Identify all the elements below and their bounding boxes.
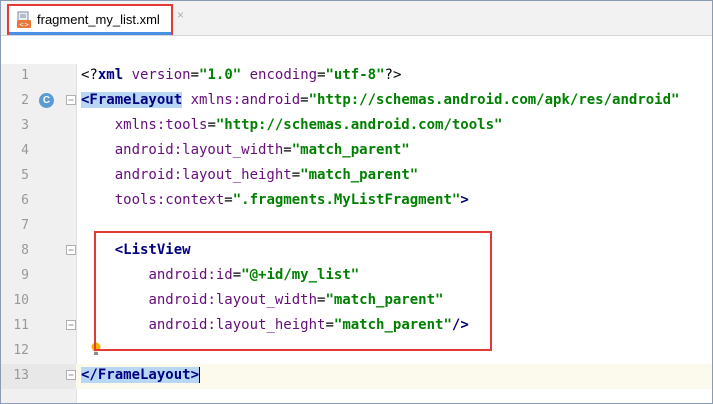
line-number: 4 (21, 143, 29, 158)
code-token: = (300, 92, 309, 108)
code-token: ".fragments.MyListFragment" (232, 192, 461, 208)
code-line-2[interactable]: 2 C <FrameLayout xmlns:android="http://sch… (1, 89, 712, 114)
code-text[interactable]: <ListView (81, 242, 191, 258)
line-number: 7 (21, 218, 29, 233)
line-number: 9 (21, 268, 29, 283)
text-caret (199, 367, 201, 383)
code-token: /> (451, 317, 469, 333)
class-badge-icon[interactable]: C (39, 93, 54, 108)
code-token: "utf-8" (325, 67, 385, 83)
code-token: encoding (249, 67, 318, 83)
line-number: 6 (21, 193, 29, 208)
code-text[interactable]: <FrameLayout xmlns:android="http://schem… (81, 92, 679, 108)
code-token: = (190, 67, 200, 83)
code-token: android:layout_height (148, 317, 326, 333)
code-text[interactable]: android:layout_height="match_parent"/> (81, 317, 469, 333)
code-text[interactable]: tools:context=".fragments.MyListFragment… (81, 192, 469, 208)
code-token: xml (97, 67, 132, 83)
code-token: android:layout_height (114, 167, 292, 183)
code-token: = (291, 167, 301, 183)
code-token: xmlns:tools (114, 117, 208, 133)
code-line-10[interactable]: 10 android:layout_width="match_parent" (1, 289, 712, 314)
code-line-8[interactable]: 8 <ListView (1, 239, 712, 264)
line-number: 12 (13, 343, 29, 358)
code-text[interactable]: android:layout_width="match_parent" (81, 292, 443, 308)
lightbulb-icon[interactable] (91, 342, 101, 358)
tab-label: fragment_my_list.xml (37, 12, 160, 27)
code-token: <ListView (114, 242, 191, 258)
code-text[interactable]: <?xml version="1.0" encoding="utf-8"?> (81, 67, 401, 83)
line-number: 13 (13, 368, 29, 383)
code-token: "match_parent" (300, 167, 419, 183)
fold-icon[interactable] (66, 245, 76, 255)
line-number: 10 (13, 293, 29, 308)
code-token: ?> (384, 67, 402, 83)
tab-fragment-my-list[interactable]: <> fragment_my_list.xml (7, 4, 173, 35)
code-text[interactable]: xmlns:tools="http://schemas.android.com/… (81, 117, 503, 133)
fold-icon[interactable] (66, 320, 76, 330)
code-line-7[interactable]: 7 (1, 214, 712, 239)
code-token: = (317, 67, 326, 83)
line-number: 2 (21, 93, 29, 108)
code-token: android:layout_width (148, 292, 318, 308)
code-line-3[interactable]: 3 xmlns:tools="http://schemas.android.co… (1, 114, 712, 139)
code-token: android:layout_width (114, 142, 284, 158)
svg-text:<>: <> (19, 22, 29, 29)
code-token: <FrameLayout (81, 92, 183, 108)
code-token: version (131, 67, 191, 83)
code-token: "1.0" (199, 67, 242, 83)
line-number: 5 (21, 168, 29, 183)
code-text[interactable]: </FrameLayout> (81, 367, 201, 383)
code-line-6[interactable]: 6 tools:context=".fragments.MyListFragme… (1, 189, 712, 214)
code-token: = (224, 192, 233, 208)
code-text[interactable]: android:layout_width="match_parent" (81, 142, 410, 158)
code-line-13[interactable]: 13 </FrameLayout> (1, 364, 712, 389)
code-token: "@+id/my_list" (241, 267, 360, 283)
code-token: <? (81, 67, 98, 83)
code-text[interactable]: android:layout_height="match_parent" (81, 167, 418, 183)
editor-tab-bar: <> fragment_my_list.xml × (1, 1, 712, 36)
code-line-12[interactable]: 12 (1, 339, 712, 364)
active-tab-indicator (9, 32, 171, 35)
code-token: android:id (148, 267, 233, 283)
code-line-11[interactable]: 11 android:layout_height="match_parent"/… (1, 314, 712, 339)
code-token: "http://schemas.android.com/tools" (215, 117, 503, 133)
code-token: = (232, 267, 242, 283)
code-token: = (283, 142, 292, 158)
code-token: > (460, 192, 469, 208)
fold-icon[interactable] (66, 370, 76, 380)
line-number: 3 (21, 118, 29, 133)
code-line-4[interactable]: 4 android:layout_width="match_parent" (1, 139, 712, 164)
line-number: 11 (13, 318, 29, 333)
code-token: "match_parent" (333, 317, 452, 333)
fold-icon[interactable] (66, 95, 76, 105)
code-token: "match_parent" (325, 292, 444, 308)
code-token: = (325, 317, 334, 333)
tab-close-icon[interactable]: × (177, 8, 184, 22)
xml-file-icon: <> (17, 11, 31, 29)
code-text[interactable]: android:id="@+id/my_list" (81, 267, 359, 283)
code-editor[interactable]: 1 <?xml version="1.0" encoding="utf-8"?> 2… (1, 36, 712, 403)
code-line-1[interactable]: 1 <?xml version="1.0" encoding="utf-8"?> (1, 64, 712, 89)
code-token: "http://schemas.android.com/apk/res/andr… (308, 92, 680, 108)
line-number: 1 (21, 68, 29, 83)
line-number: 8 (21, 243, 29, 258)
code-line-9[interactable]: 9 android:id="@+id/my_list" (1, 264, 712, 289)
code-token: = (207, 117, 216, 133)
code-token: tools:context (114, 192, 225, 208)
code-line-5[interactable]: 5 android:layout_height="match_parent" (1, 164, 712, 189)
code-token: </FrameLayout> (81, 367, 200, 383)
code-token: "match_parent" (291, 142, 410, 158)
code-token: xmlns:android (190, 92, 301, 108)
